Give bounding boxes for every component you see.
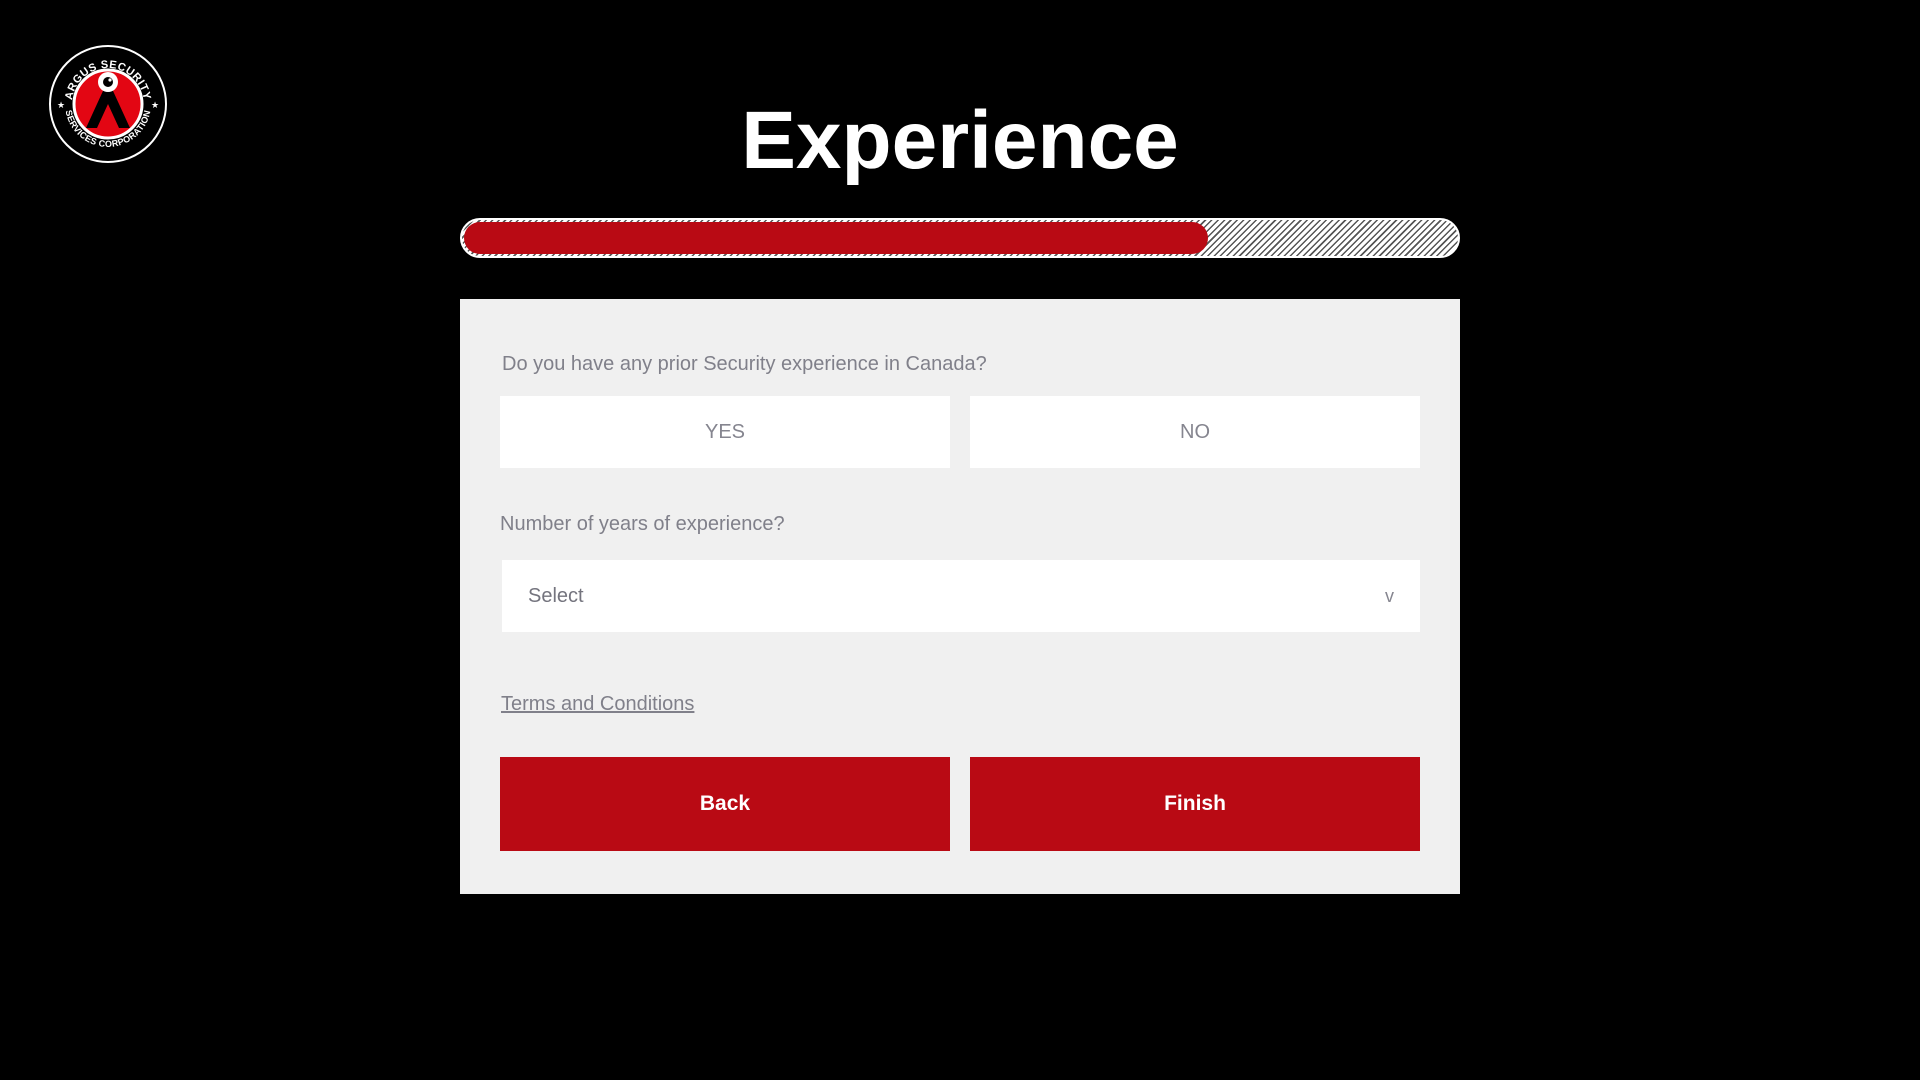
select-value: Select (528, 585, 584, 607)
no-button[interactable]: NO (970, 396, 1420, 468)
years-experience-select[interactable]: Select v (502, 560, 1420, 632)
years-experience-question: Number of years of experience? (500, 513, 785, 535)
finish-button[interactable]: Finish (970, 757, 1420, 851)
yes-button[interactable]: YES (500, 396, 950, 468)
prior-experience-question: Do you have any prior Security experienc… (502, 353, 987, 375)
progress-bar (460, 218, 1460, 258)
back-button[interactable]: Back (500, 757, 950, 851)
progress-fill (464, 222, 1208, 254)
experience-form: Do you have any prior Security experienc… (460, 299, 1460, 894)
page-title: Experience (741, 95, 1179, 186)
chevron-down-icon: v (1385, 586, 1394, 606)
terms-and-conditions-link[interactable]: Terms and Conditions (501, 692, 694, 716)
application-page: ARGUS SECURITY SERVICES CORPORATION ★ ★ … (0, 0, 1920, 1080)
